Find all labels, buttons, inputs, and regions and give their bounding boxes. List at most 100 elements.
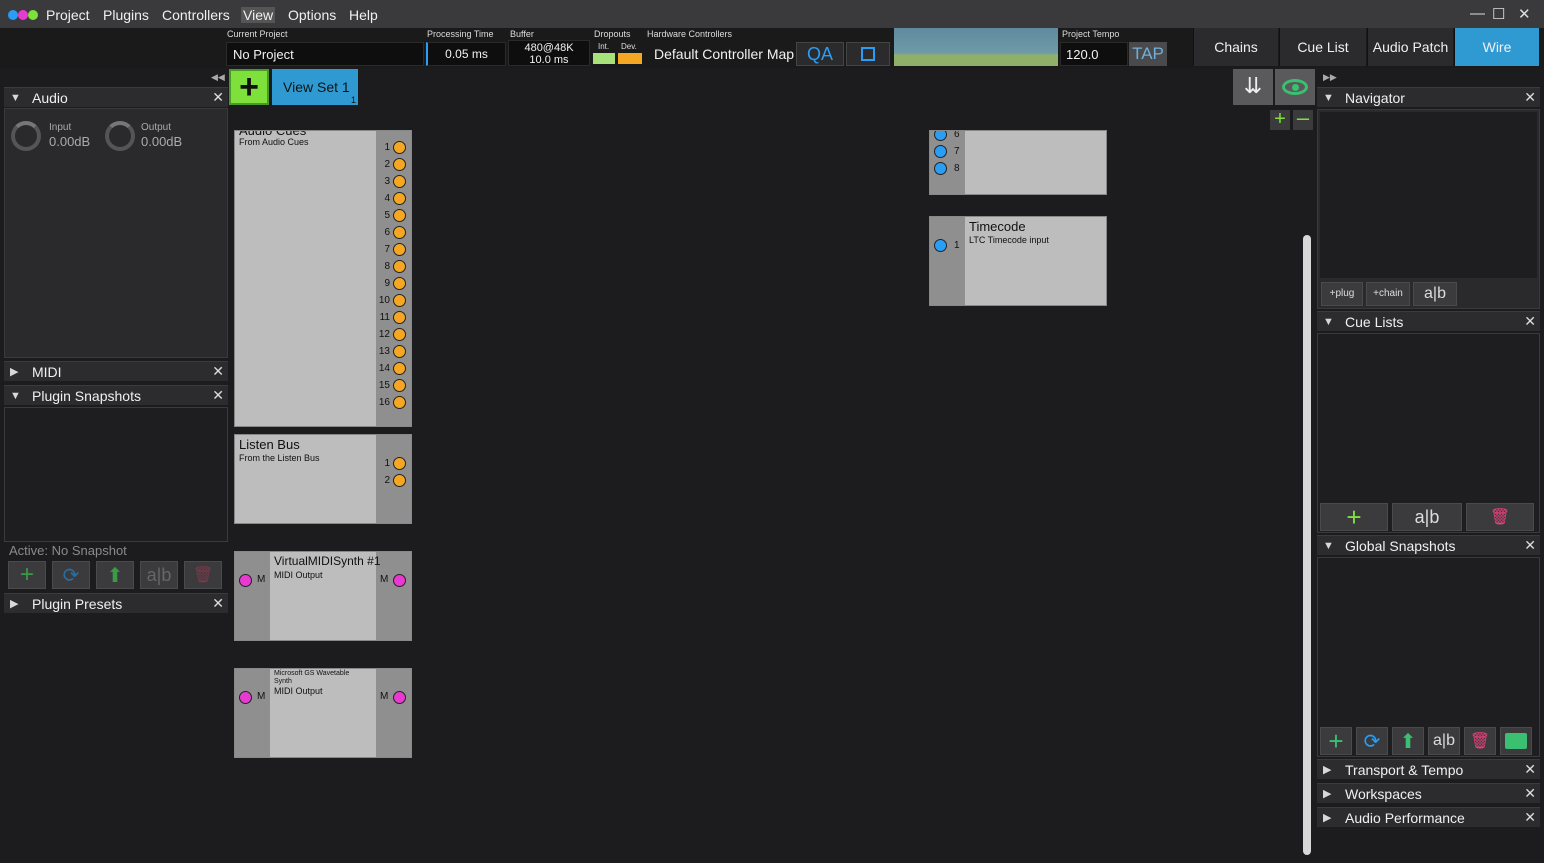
midi-output-pin[interactable] <box>393 574 406 587</box>
tab-cue-list[interactable]: Cue List <box>1279 28 1366 66</box>
plugin-presets-header[interactable]: ▶ Plugin Presets ✕ <box>4 593 228 613</box>
output-knob-icon[interactable] <box>105 121 135 151</box>
tap-button[interactable]: TAP <box>1129 42 1167 66</box>
upload-global-snapshot-button[interactable]: ⬆ <box>1392 727 1424 755</box>
audio-pin[interactable] <box>393 175 406 188</box>
rename-button[interactable]: a|b <box>1413 282 1457 306</box>
audio-pin[interactable] <box>393 277 406 290</box>
add-plugin-button[interactable]: + <box>229 69 269 105</box>
upload-snapshot-button[interactable]: ⬆ <box>96 561 134 589</box>
audio-pin[interactable] <box>393 474 406 487</box>
collapse-right-icon[interactable]: ▶▶ <box>1323 72 1337 83</box>
menu-controllers[interactable]: Controllers <box>162 7 230 23</box>
audio-pin[interactable] <box>393 379 406 392</box>
rename-snapshot-button[interactable]: a|b <box>140 561 178 589</box>
navigator-header[interactable]: ▼ Navigator ✕ <box>1317 87 1540 107</box>
menu-options[interactable]: Options <box>288 7 336 23</box>
close-icon[interactable]: ✕ <box>1524 537 1536 554</box>
expand-triangle-icon[interactable]: ▶ <box>1323 811 1335 824</box>
delete-cue-list-button[interactable]: 🗑 <box>1466 503 1534 531</box>
microsoft-gs-synth-node[interactable]: Microsoft GS Wavetable Synth MIDI Output… <box>234 668 412 758</box>
tab-audio-patch[interactable]: Audio Patch <box>1367 28 1453 66</box>
plugin-snapshots-header[interactable]: ▼ Plugin Snapshots ✕ <box>4 385 228 405</box>
minimize-icon[interactable]: — <box>1470 5 1485 22</box>
collapse-all-button[interactable]: ⇊ <box>1233 69 1273 105</box>
tab-chains[interactable]: Chains <box>1193 28 1278 66</box>
rename-cue-list-button[interactable]: a|b <box>1392 503 1462 531</box>
audio-pin[interactable] <box>393 457 406 470</box>
navigator-preview[interactable] <box>1320 112 1537 278</box>
expand-triangle-icon[interactable]: ▶ <box>1323 763 1335 776</box>
audio-pin[interactable] <box>393 362 406 375</box>
expand-triangle-icon[interactable]: ▶ <box>10 365 22 378</box>
menu-project[interactable]: Project <box>46 7 90 23</box>
global-snapshots-header[interactable]: ▼ Global Snapshots ✕ <box>1317 535 1540 555</box>
audio-pin[interactable] <box>393 328 406 341</box>
menu-view[interactable]: View <box>241 7 276 23</box>
close-icon[interactable]: ✕ <box>1524 785 1536 802</box>
add-global-snapshot-button[interactable]: + <box>1320 726 1352 756</box>
midi-input-pin[interactable] <box>239 574 252 587</box>
audio-pin[interactable] <box>393 209 406 222</box>
canvas-scrollbar[interactable] <box>1303 235 1311 855</box>
audio-pin[interactable] <box>393 158 406 171</box>
audio-pin[interactable] <box>393 294 406 307</box>
collapse-triangle-icon[interactable]: ▼ <box>1323 92 1335 104</box>
workspaces-header[interactable]: ▶ Workspaces ✕ <box>1317 783 1540 803</box>
virtual-midi-synth-node[interactable]: VirtualMIDISynth #1 MIDI Output M M <box>234 551 412 641</box>
close-icon[interactable]: ✕ <box>212 387 224 404</box>
close-icon[interactable]: ✕ <box>1524 761 1536 778</box>
close-icon[interactable]: ✕ <box>212 89 224 106</box>
collapse-triangle-icon[interactable]: ▼ <box>1323 540 1335 552</box>
listen-bus-node[interactable]: Listen Bus From the Listen Bus 1 2 <box>234 434 412 524</box>
audio-pin[interactable] <box>393 192 406 205</box>
collapse-triangle-icon[interactable]: ▼ <box>10 390 22 402</box>
expand-triangle-icon[interactable]: ▶ <box>10 597 22 610</box>
audio-output-node[interactable]: 6 7 8 <box>929 130 1107 195</box>
close-icon[interactable]: ✕ <box>212 363 224 380</box>
close-icon[interactable]: ✕ <box>1524 809 1536 826</box>
midi-input-pin[interactable] <box>239 691 252 704</box>
audio-pin[interactable] <box>393 396 406 409</box>
audio-pin[interactable] <box>393 243 406 256</box>
qa-button[interactable]: QA <box>796 42 844 66</box>
maximize-icon[interactable]: ☐ <box>1492 5 1505 23</box>
transport-tempo-header[interactable]: ▶ Transport & Tempo ✕ <box>1317 759 1540 779</box>
current-project-field[interactable]: No Project <box>226 42 424 66</box>
hardware-controllers-value[interactable]: Default Controller Map <box>654 46 794 62</box>
close-icon[interactable]: ✕ <box>1524 313 1536 330</box>
buffer-field[interactable]: 480@48K 10.0 ms <box>508 40 590 66</box>
audio-pin[interactable] <box>934 162 947 175</box>
menu-plugins[interactable]: Plugins <box>103 7 149 23</box>
delete-snapshot-button[interactable]: 🗑 <box>184 561 222 589</box>
navigator-view[interactable] <box>1317 109 1540 309</box>
rename-global-snapshot-button[interactable]: a|b <box>1428 727 1460 755</box>
audio-pin[interactable] <box>393 345 406 358</box>
update-snapshot-button[interactable]: ⟳ <box>52 561 90 589</box>
zoom-in-button[interactable]: + <box>1270 109 1290 130</box>
timecode-node[interactable]: Timecode LTC Timecode input 1 <box>929 216 1107 306</box>
collapse-triangle-icon[interactable]: ▼ <box>10 92 22 104</box>
audio-performance-header[interactable]: ▶ Audio Performance ✕ <box>1317 807 1540 827</box>
plugin-snapshots-list[interactable] <box>4 407 228 542</box>
audio-pin[interactable] <box>393 260 406 273</box>
add-plug-button[interactable]: +plug <box>1321 282 1363 306</box>
delete-global-snapshot-button[interactable]: 🗑 <box>1464 727 1496 755</box>
audio-pin[interactable] <box>393 141 406 154</box>
audio-cues-node[interactable]: Audio Cues From Audio Cues 1 2 3 4 5 6 7 8 9 10 11… <box>234 130 412 427</box>
close-icon[interactable]: ✕ <box>1524 89 1536 106</box>
audio-pin[interactable] <box>393 311 406 324</box>
menu-help[interactable]: Help <box>349 7 378 23</box>
add-snapshot-button[interactable]: + <box>8 561 46 589</box>
midi-panel-header[interactable]: ▶ MIDI ✕ <box>4 361 228 381</box>
visibility-button[interactable] <box>1275 69 1315 105</box>
collapse-triangle-icon[interactable]: ▼ <box>1323 316 1335 328</box>
folder-button[interactable] <box>1500 727 1532 755</box>
update-global-snapshot-button[interactable]: ⟳ <box>1356 727 1388 755</box>
close-icon[interactable]: ✕ <box>212 595 224 612</box>
tab-wire[interactable]: Wire <box>1454 28 1539 66</box>
audio-panel-header[interactable]: ▼ Audio ✕ <box>4 87 228 107</box>
input-knob-icon[interactable] <box>11 121 41 151</box>
tempo-field[interactable]: 120.0 <box>1060 42 1128 66</box>
view-set-tab[interactable]: View Set 1 1 <box>272 69 358 105</box>
